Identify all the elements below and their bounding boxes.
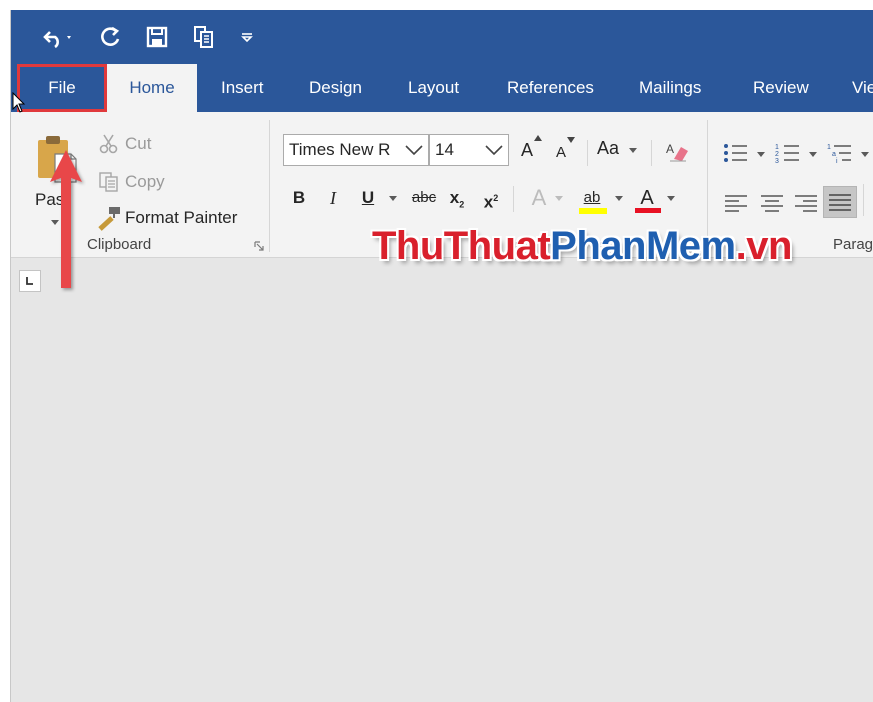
word-window: File Home Insert Design Layout Reference…	[10, 10, 873, 702]
tab-view[interactable]: Vie	[852, 64, 873, 112]
align-right-icon[interactable]	[793, 192, 819, 214]
svg-text:a: a	[832, 151, 836, 158]
tab-mailings[interactable]: Mailings	[639, 64, 701, 112]
highlight-dropdown-icon[interactable]	[615, 196, 623, 201]
font-name-value: Times New R	[289, 140, 391, 159]
svg-text:2: 2	[775, 151, 779, 158]
tab-review[interactable]: Review	[753, 64, 809, 112]
redo-icon[interactable]	[97, 22, 125, 52]
superscript-label: x	[483, 192, 494, 212]
highlight-color-bar	[579, 208, 607, 214]
align-left-icon[interactable]	[723, 192, 749, 214]
subscript-label: x	[449, 188, 460, 207]
touch-mode-icon[interactable]	[189, 22, 219, 52]
format-painter-button[interactable]: Format Painter	[125, 208, 237, 228]
cut-button[interactable]: Cut	[125, 134, 151, 154]
font-name-box[interactable]: Times New R	[283, 134, 429, 166]
ribbon-tabs: File Home Insert Design Layout Reference…	[11, 64, 873, 112]
chevron-down-icon[interactable]	[483, 140, 505, 160]
watermark-part2: PhanMem	[550, 224, 736, 268]
save-icon[interactable]	[141, 22, 173, 52]
watermark-part1: ThuThuat	[372, 224, 551, 268]
strikethrough-button[interactable]: abc	[407, 184, 441, 212]
tab-file[interactable]: File	[17, 64, 107, 112]
chevron-down-icon[interactable]	[403, 140, 425, 160]
grow-arrow-icon	[534, 134, 542, 142]
red-arrow-icon	[50, 150, 82, 288]
svg-text:A: A	[666, 142, 674, 156]
multilevel-dropdown-icon[interactable]	[861, 152, 869, 157]
font-size-value: 14	[435, 140, 454, 159]
font-color-bar	[635, 208, 661, 213]
paragraph-group-label: Parag	[833, 236, 873, 253]
justify-icon[interactable]	[823, 186, 857, 218]
divider	[651, 140, 652, 166]
subscript-button[interactable]: x2	[445, 184, 469, 212]
align-center-icon[interactable]	[759, 192, 785, 214]
svg-text:1: 1	[827, 144, 831, 151]
multilevel-list-icon[interactable]: 1 a i	[827, 142, 853, 164]
grow-font-button[interactable]: A	[521, 140, 533, 161]
highlight-label: ab	[583, 189, 601, 206]
text-effects-dropdown-icon[interactable]	[555, 196, 563, 201]
bullets-icon[interactable]	[723, 142, 749, 164]
scissors-icon	[97, 132, 121, 156]
divider	[863, 184, 864, 216]
font-color-dropdown-icon[interactable]	[667, 196, 675, 201]
superscript-button[interactable]: x2	[479, 184, 503, 212]
change-case-dropdown-icon[interactable]	[629, 148, 637, 153]
copy-button[interactable]: Copy	[125, 172, 165, 192]
clipboard-group-label: Clipboard	[87, 236, 152, 253]
copy-icon	[97, 170, 121, 194]
svg-text:i: i	[836, 158, 838, 164]
bullets-dropdown-icon[interactable]	[757, 152, 765, 157]
numbering-dropdown-icon[interactable]	[809, 152, 817, 157]
clear-formatting-icon[interactable]: A	[663, 138, 691, 164]
tab-references[interactable]: References	[507, 64, 594, 112]
watermark: ThuThuatPhanMem.vn	[372, 224, 792, 269]
svg-text:3: 3	[775, 158, 779, 164]
document-area[interactable]	[11, 259, 873, 702]
group-separator	[269, 120, 270, 252]
divider	[587, 140, 588, 166]
tab-insert[interactable]: Insert	[221, 64, 264, 112]
italic-button[interactable]: I	[321, 184, 345, 212]
text-effects-button[interactable]: A	[527, 184, 551, 212]
shrink-arrow-icon	[567, 136, 575, 144]
numbering-icon[interactable]: 1 2 3	[775, 142, 801, 164]
customize-qat-icon[interactable]	[237, 22, 257, 52]
dialog-launcher-icon[interactable]	[253, 240, 265, 252]
font-size-box[interactable]: 14	[429, 134, 509, 166]
format-painter-icon	[97, 205, 123, 231]
tab-home[interactable]: Home	[107, 64, 197, 112]
change-case-button[interactable]: Aa	[597, 138, 619, 159]
svg-text:1: 1	[775, 144, 779, 151]
underline-button[interactable]: U	[356, 184, 380, 212]
tab-design[interactable]: Design	[309, 64, 362, 112]
divider	[513, 186, 514, 212]
underline-dropdown-icon[interactable]	[389, 196, 397, 201]
tab-layout[interactable]: Layout	[408, 64, 459, 112]
watermark-part3: .vn	[735, 224, 793, 268]
title-bar	[11, 10, 873, 64]
shrink-font-button[interactable]: A	[556, 144, 566, 161]
mouse-cursor-icon	[12, 92, 26, 113]
bold-button[interactable]: B	[287, 184, 311, 212]
undo-icon[interactable]	[41, 22, 77, 52]
